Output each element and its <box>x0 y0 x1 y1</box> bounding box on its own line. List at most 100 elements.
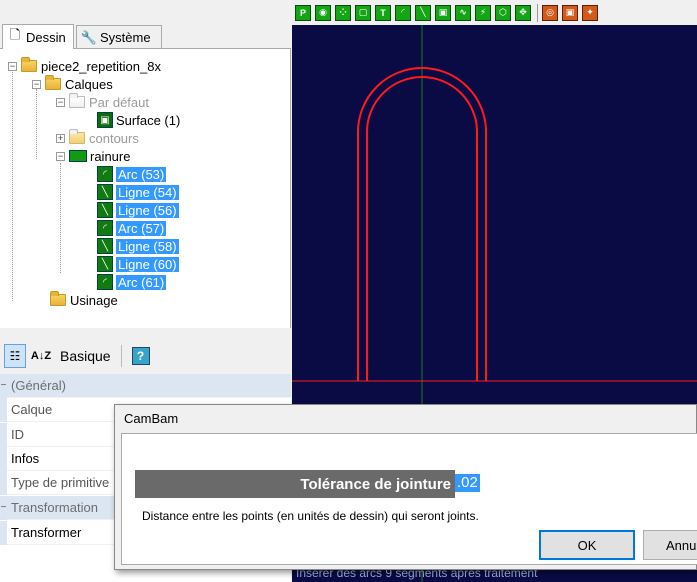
tolerance-input[interactable]: .02 <box>455 474 480 492</box>
dialog-title: CamBam <box>124 411 179 426</box>
line-icon: ╲ <box>97 184 113 200</box>
tab-dessin[interactable]: 🗋 Dessin <box>2 24 74 49</box>
tree-item-label: Ligne (56) <box>116 202 179 218</box>
category-label: Transformation <box>11 500 98 515</box>
drawing-toolbar: P ◉ ⁘ ▢ T ◜ ╲ ▣ ∿ ⚡ ⬡ ✥ ◎ ▣ ✦ <box>291 0 697 25</box>
tree-line <box>60 163 61 273</box>
help-icon[interactable]: ? <box>131 347 150 365</box>
tree-item[interactable]: ◜ Arc (57) <box>97 219 167 237</box>
polygon-icon[interactable]: ⬡ <box>495 4 511 21</box>
tree-node-label: piece2_repetition_8x <box>41 58 161 74</box>
toolbar-separator <box>537 3 538 22</box>
arc-icon: ◜ <box>97 166 113 182</box>
property-name: Type de primitive <box>11 475 110 490</box>
property-name: Transformer <box>11 525 82 540</box>
layer-icon <box>69 150 87 162</box>
surface-icon[interactable]: ▣ <box>435 4 451 21</box>
arc-icon: ◜ <box>97 274 113 290</box>
tree-node-label: Surface (1) <box>116 112 181 128</box>
tree-item[interactable]: ◜ Arc (61) <box>97 273 167 291</box>
collapse-icon[interactable]: − <box>8 61 17 71</box>
row-gutter <box>0 447 7 471</box>
move-icon[interactable]: ✥ <box>515 4 531 21</box>
row-gutter <box>0 471 7 495</box>
row-gutter <box>0 521 7 545</box>
tree-item-label: Ligne (54) <box>116 184 179 200</box>
collapse-icon[interactable]: − <box>32 79 41 89</box>
lightning-icon[interactable]: ⚡ <box>475 4 491 21</box>
tree-item[interactable]: ◜ Arc (53) <box>97 165 167 183</box>
wrench-icon: 🔧 <box>80 29 98 45</box>
categorized-icon[interactable]: ☷ <box>4 344 26 368</box>
polyline-icon[interactable]: P <box>295 4 311 21</box>
panel-tabs: 🗋 Dessin 🔧 Système <box>0 0 291 49</box>
tree-node-label: Par défaut <box>89 94 149 110</box>
toolbar-separator <box>120 345 122 367</box>
tab-dessin-label: Dessin <box>26 29 66 45</box>
cancel-button[interactable]: Annuler <box>643 530 697 560</box>
line-icon: ╲ <box>97 238 113 254</box>
tree-item[interactable]: ╲ Ligne (60) <box>97 255 179 273</box>
properties-toolbar: ☷ A↓Z Basique ? <box>0 338 291 374</box>
line-icon[interactable]: ╲ <box>415 4 431 21</box>
points-icon[interactable]: ⁘ <box>335 4 351 21</box>
dialog-description: Distance entre les points (en unités de … <box>142 509 479 523</box>
tab-systeme[interactable]: 🔧 Système <box>76 25 162 49</box>
tab-systeme-label: Système <box>100 30 151 45</box>
tree-node-calques[interactable]: − Calques <box>32 75 113 93</box>
tree-node-surface[interactable]: ▣ Surface (1) <box>97 111 180 129</box>
property-name: Calque <box>11 402 53 417</box>
basique-button[interactable]: Basique <box>56 344 115 368</box>
tree-node-label: contours <box>89 130 139 146</box>
collapse-icon[interactable]: − <box>0 374 7 398</box>
cube-icon: ▣ <box>97 112 113 128</box>
text-icon[interactable]: T <box>375 4 391 21</box>
spline-icon[interactable]: ∿ <box>455 4 471 21</box>
tree-item-label: Ligne (60) <box>116 256 179 272</box>
sort-alpha-icon[interactable]: A↓Z <box>30 344 52 368</box>
expand-icon[interactable]: + <box>56 133 65 143</box>
profile-icon[interactable]: ◎ <box>542 4 558 21</box>
collapse-icon[interactable]: − <box>56 151 65 161</box>
tree-line <box>36 89 37 159</box>
tree-item-label: Ligne (58) <box>116 238 179 254</box>
pocket-icon[interactable]: ▣ <box>562 4 578 21</box>
folder-icon <box>69 93 85 108</box>
tree-node-usinage[interactable]: Usinage <box>50 291 118 309</box>
tree-node-label: rainure <box>90 148 131 164</box>
tree-item[interactable]: ╲ Ligne (58) <box>97 237 179 255</box>
tolerance-label: Tolérance de jointure <box>135 470 455 498</box>
tree-node-label: Usinage <box>70 292 118 308</box>
folder-icon <box>21 57 37 72</box>
row-gutter <box>0 423 7 447</box>
tree-item-label: Arc (57) <box>116 220 167 236</box>
tree-node-root[interactable]: − piece2_repetition_8x <box>8 57 161 75</box>
document-icon: 🗋 <box>9 27 21 42</box>
arc-icon: ◜ <box>97 220 113 236</box>
drawing-tree[interactable]: − piece2_repetition_8x − Calques − Par d… <box>0 48 291 328</box>
category-label: (Général) <box>11 378 66 393</box>
tree-line <box>12 69 13 301</box>
row-gutter <box>0 398 7 422</box>
folder-icon <box>45 75 61 90</box>
tree-item[interactable]: ╲ Ligne (56) <box>97 201 179 219</box>
tree-node-par-defaut[interactable]: − Par défaut <box>56 93 149 111</box>
collapse-icon[interactable]: − <box>0 496 7 520</box>
tree-node-rainure[interactable]: − rainure <box>56 147 130 165</box>
line-icon: ╲ <box>97 202 113 218</box>
rectangle-icon[interactable]: ▢ <box>355 4 371 21</box>
line-icon: ╲ <box>97 256 113 272</box>
collapse-icon[interactable]: − <box>56 97 65 107</box>
folder-icon <box>69 129 85 144</box>
tree-item-label: Arc (61) <box>116 274 167 290</box>
drill-icon[interactable]: ✦ <box>582 4 598 21</box>
arc-icon[interactable]: ◜ <box>395 4 411 21</box>
tree-node-contours[interactable]: + contours <box>56 129 139 147</box>
tree-item-label: Arc (53) <box>116 166 167 182</box>
circle-icon[interactable]: ◉ <box>315 4 331 21</box>
tree-item[interactable]: ╲ Ligne (54) <box>97 183 179 201</box>
folder-icon <box>50 291 66 306</box>
category-general[interactable]: − (Général) <box>0 374 291 398</box>
ok-button[interactable]: OK <box>539 530 635 560</box>
tolerance-dialog: CamBam Tolérance de jointure .02 Distanc… <box>114 404 697 570</box>
